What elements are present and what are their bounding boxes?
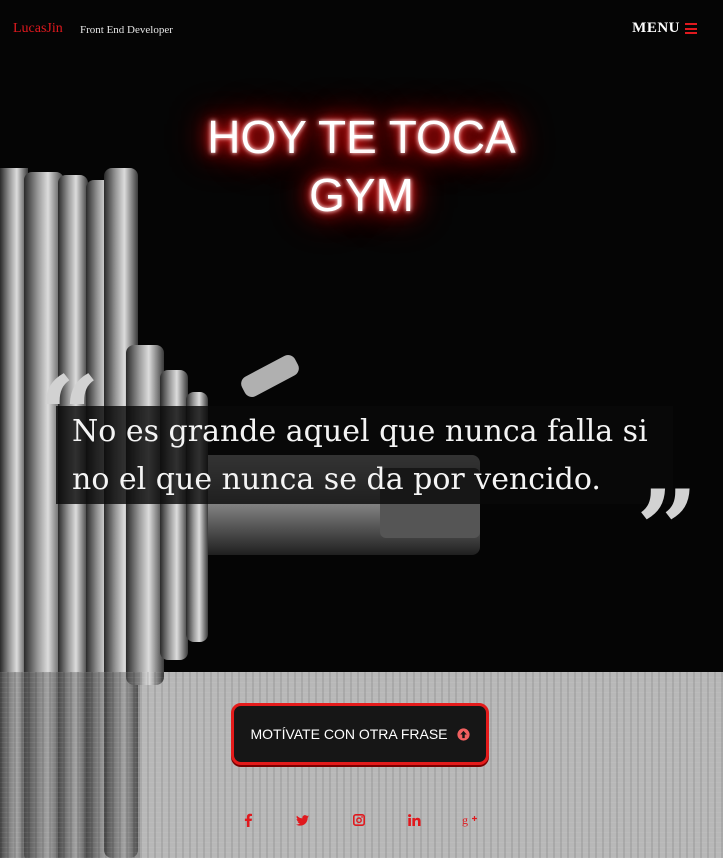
arrow-up-circle-icon: [456, 727, 470, 741]
svg-text:g: g: [462, 813, 468, 827]
title-line-1: HOY TE TOCA: [207, 111, 516, 163]
facebook-icon[interactable]: [238, 810, 258, 830]
close-quote-icon: ”: [636, 467, 699, 593]
new-quote-button[interactable]: MOTÍVATE CON OTRA FRASE: [231, 703, 489, 765]
page: LucasJin Front End Developer MENU HOY TE…: [0, 0, 723, 858]
menu-label: MENU: [632, 20, 680, 36]
menu-button[interactable]: MENU: [632, 20, 697, 37]
quote-text: No es grande aquel que nunca falla si no…: [72, 414, 648, 497]
instagram-icon[interactable]: [349, 810, 369, 830]
linkedin-icon[interactable]: [404, 810, 424, 830]
title-line-2: GYM: [309, 169, 414, 221]
brand-subtitle: Front End Developer: [80, 24, 173, 36]
floor-texture: [0, 672, 723, 858]
twitter-icon[interactable]: [292, 810, 312, 830]
new-quote-label: MOTÍVATE CON OTRA FRASE: [250, 726, 448, 742]
brand-name[interactable]: LucasJin: [13, 21, 63, 37]
top-bar: LucasJin Front End Developer MENU: [0, 0, 723, 60]
google-plus-icon[interactable]: g: [460, 810, 480, 830]
hamburger-icon: [685, 23, 697, 34]
page-title: HOY TE TOCA GYM: [0, 108, 723, 224]
